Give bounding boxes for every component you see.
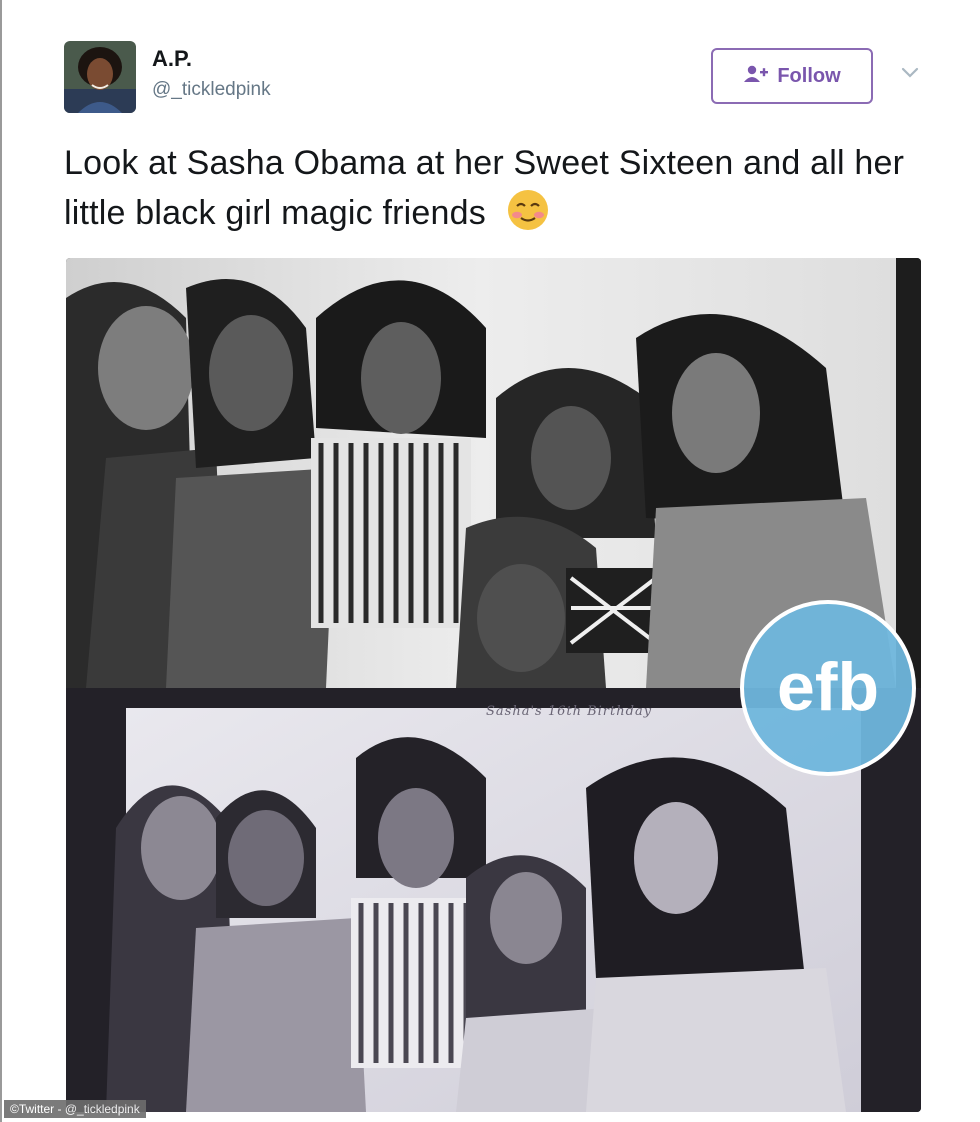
author-handle[interactable]: @_tickledpink [152, 79, 271, 101]
photo-credit: ©Twitter - @_tickledpink [4, 1100, 146, 1118]
tweet-text: Look at Sasha Obama at her Sweet Sixteen… [64, 138, 944, 246]
svg-text:efb: efb [777, 649, 879, 725]
follow-button-label: Follow [777, 64, 841, 87]
efb-watermark-logo: efb [738, 598, 918, 783]
add-user-icon [743, 65, 769, 88]
chevron-down-icon[interactable] [901, 66, 919, 84]
photo-booth-caption: Sasha's 16th Birthday [486, 704, 653, 719]
avatar[interactable] [64, 41, 136, 113]
tweet-text-content: Look at Sasha Obama at her Sweet Sixteen… [64, 144, 905, 232]
follow-button[interactable]: Follow [711, 48, 873, 104]
smiling-face-with-blush-emoji [506, 188, 550, 246]
author-display-name[interactable]: A.P. [152, 46, 192, 72]
page-edge [0, 0, 2, 1122]
